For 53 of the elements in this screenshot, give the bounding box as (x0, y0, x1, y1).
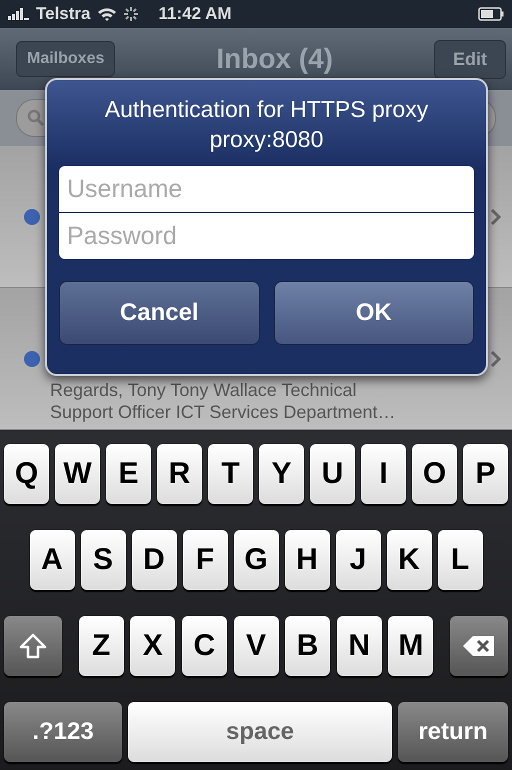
letter-key[interactable]: L (438, 530, 482, 590)
navigation-title: Inbox (4) (216, 43, 334, 75)
back-button[interactable]: Mailboxes (16, 41, 116, 77)
edit-button[interactable]: Edit (434, 40, 506, 78)
signal-bars-icon (8, 7, 30, 21)
backspace-icon (462, 634, 496, 658)
letter-key[interactable]: T (208, 444, 253, 504)
chevron-icon (490, 350, 502, 368)
cancel-button[interactable]: Cancel (59, 281, 260, 345)
numbers-key[interactable]: .?123 (4, 702, 122, 762)
activity-spinner-icon (122, 6, 138, 22)
letter-key[interactable]: F (182, 530, 228, 590)
letter-key[interactable]: H (284, 530, 330, 590)
dialog-host: proxy:8080 (210, 125, 324, 154)
clock-time: 11:42 AM (158, 4, 232, 24)
letter-key[interactable]: X (130, 616, 176, 676)
message-preview: Regards, Tony Tony Wallace Technical (50, 379, 358, 401)
message-preview: Support Officer ICT Services Department… (50, 401, 396, 423)
return-key[interactable]: return (398, 702, 508, 762)
letter-key[interactable]: N (336, 616, 382, 676)
letter-key[interactable]: R (157, 444, 202, 504)
letter-key[interactable]: M (388, 616, 434, 676)
letter-key[interactable]: B (285, 616, 330, 676)
letter-key[interactable]: D (132, 530, 176, 590)
space-key[interactable]: space (128, 702, 392, 762)
wifi-icon (96, 6, 116, 22)
text-field[interactable]: Password (59, 213, 474, 259)
letter-key[interactable]: G (234, 530, 278, 590)
text-field[interactable]: Username (59, 166, 474, 212)
search-icon (27, 109, 45, 127)
shift-key[interactable] (4, 616, 62, 676)
letter-key[interactable]: Q (4, 444, 49, 504)
letter-key[interactable]: Z (78, 616, 124, 676)
letter-key[interactable]: U (310, 444, 355, 504)
chevron-icon (490, 208, 502, 226)
letter-key[interactable]: O (412, 444, 457, 504)
carrier-name: Telstra (36, 4, 90, 24)
letter-key[interactable]: P (463, 444, 508, 504)
ok-button[interactable]: OK (274, 281, 474, 345)
battery-icon (478, 7, 504, 21)
letter-key[interactable]: C (182, 616, 227, 676)
letter-key[interactable]: J (336, 530, 380, 590)
letter-key[interactable]: A (30, 530, 74, 590)
delete-key[interactable] (450, 616, 508, 676)
shift-arrow-icon (19, 633, 47, 659)
letter-key[interactable]: V (234, 616, 278, 676)
letter-key[interactable]: E (106, 444, 151, 504)
dialog-title: Authentication for HTTPS proxy (104, 95, 428, 124)
letter-key[interactable]: I (361, 444, 406, 504)
letter-key[interactable]: S (80, 530, 126, 590)
letter-key[interactable]: W (55, 444, 100, 504)
letter-key[interactable]: Y (259, 444, 304, 504)
letter-key[interactable]: K (386, 530, 432, 590)
